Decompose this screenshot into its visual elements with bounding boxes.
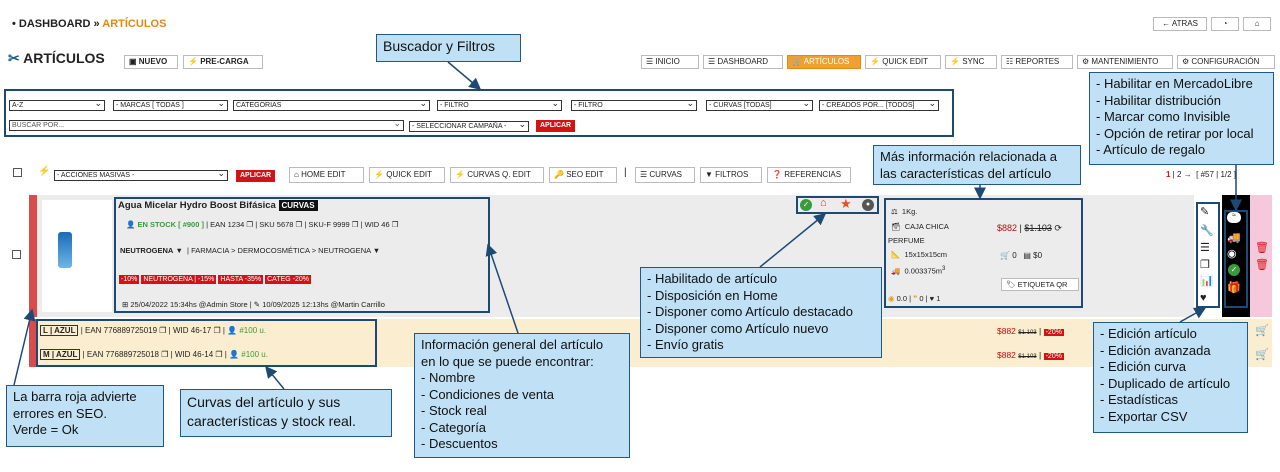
arrow-edit — [1179, 307, 1207, 323]
arrow-seo — [13, 308, 36, 386]
arrow-general — [485, 243, 519, 334]
callout-arrows — [13, 61, 1242, 390]
arrow-flags — [759, 213, 827, 268]
arrow-curves — [265, 365, 285, 390]
arrow-search — [447, 61, 482, 90]
